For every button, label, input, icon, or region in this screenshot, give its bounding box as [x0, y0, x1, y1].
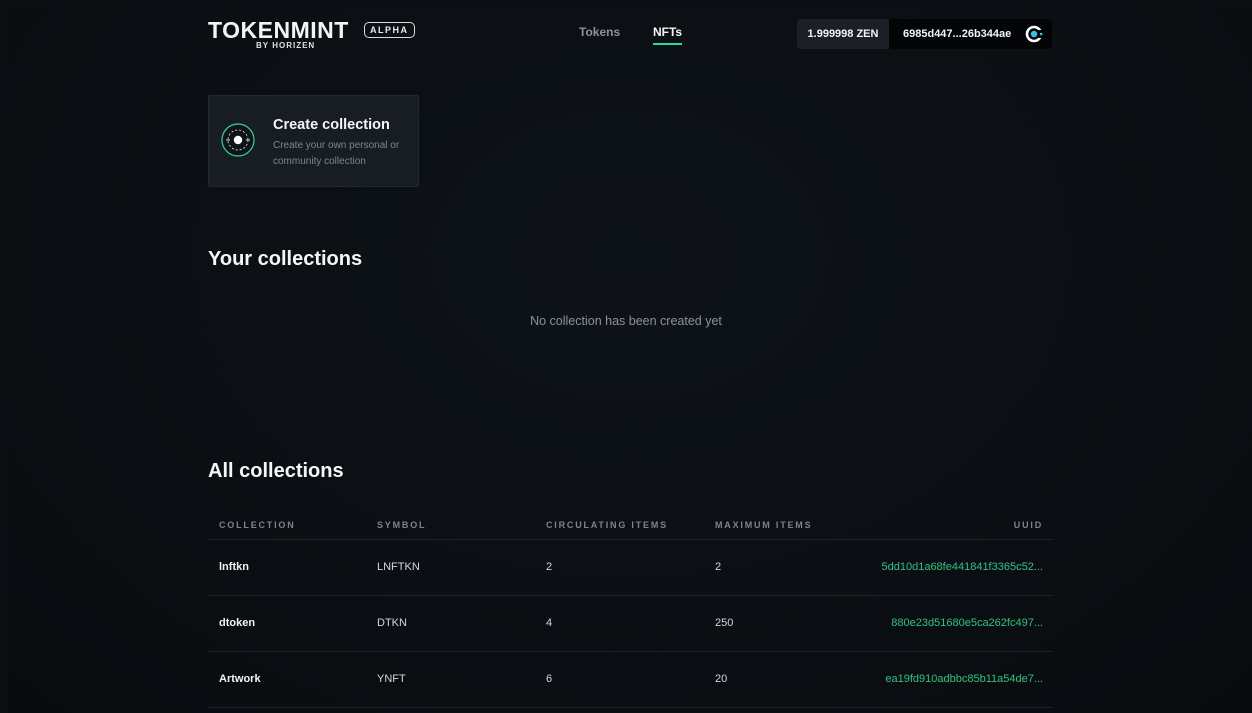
column-header-collection[interactable]: COLLECTION: [219, 520, 296, 530]
table-row[interactable]: dtoken DTKN 4 250 880e23d51680e5ca262fc4…: [208, 596, 1053, 652]
collection-name[interactable]: Artwork: [219, 673, 261, 685]
collection-name[interactable]: lnftkn: [219, 561, 249, 573]
logo-subtitle: BY HORIZEN: [256, 41, 316, 50]
table-row[interactable]: Artwork YNFT 6 20 ea19fd910adbbc85b11a54…: [208, 652, 1053, 708]
collection-maximum: 2: [715, 561, 722, 573]
collection-maximum: 250: [715, 617, 734, 629]
wallet-address: 6985d447...26b344ae: [903, 28, 1012, 40]
collection-maximum: 20: [715, 673, 728, 685]
collection-circulating: 6: [546, 673, 553, 685]
collection-uuid-link[interactable]: 880e23d51680e5ca262fc497...: [891, 617, 1043, 629]
zen-balance: 1.999998 ZEN: [797, 19, 889, 49]
collection-name[interactable]: dtoken: [219, 617, 255, 629]
collection-circulating: 4: [546, 617, 553, 629]
horizen-logo-icon: [1025, 25, 1043, 43]
column-header-uuid[interactable]: UUID: [1014, 520, 1043, 530]
nav-tokens[interactable]: Tokens: [579, 25, 620, 39]
collection-target-icon: [221, 123, 255, 157]
table-row[interactable]: lnftkn LNFTKN 2 2 5dd10d1a68fe441841f336…: [208, 540, 1053, 596]
create-collection-title: Create collection: [273, 117, 390, 133]
create-collection-description: Create your own personal or community co…: [273, 140, 400, 167]
collection-symbol: LNFTKN: [377, 561, 420, 573]
collection-symbol: YNFT: [377, 673, 406, 685]
collection-symbol: DTKN: [377, 617, 407, 629]
tokenmint-logo[interactable]: TOKENMINT BY HORIZEN: [208, 17, 349, 50]
collection-uuid-link[interactable]: 5dd10d1a68fe441841f3365c52...: [882, 561, 1044, 573]
logo-wordmark: TOKENMINT: [208, 17, 349, 43]
column-header-symbol[interactable]: SYMBOL: [377, 520, 426, 530]
empty-collections-message: No collection has been created yet: [530, 314, 722, 328]
table-header: COLLECTION SYMBOL CIRCULATING ITEMS MAXI…: [208, 512, 1053, 540]
all-collections-heading: All collections: [208, 460, 344, 482]
alpha-badge: ALPHA: [364, 22, 415, 38]
column-header-circulating[interactable]: CIRCULATING ITEMS: [546, 520, 668, 530]
your-collections-heading: Your collections: [208, 248, 363, 270]
column-header-maximum[interactable]: MAXIMUM ITEMS: [715, 520, 812, 530]
collection-uuid-link[interactable]: ea19fd910adbbc85b11a54de7...: [885, 673, 1043, 685]
wallet-button[interactable]: 6985d447...26b344ae: [889, 19, 1052, 49]
collection-circulating: 2: [546, 561, 553, 573]
nav-nfts[interactable]: NFTs: [653, 25, 683, 45]
create-collection-card[interactable]: Create collection Create your own person…: [208, 95, 419, 187]
